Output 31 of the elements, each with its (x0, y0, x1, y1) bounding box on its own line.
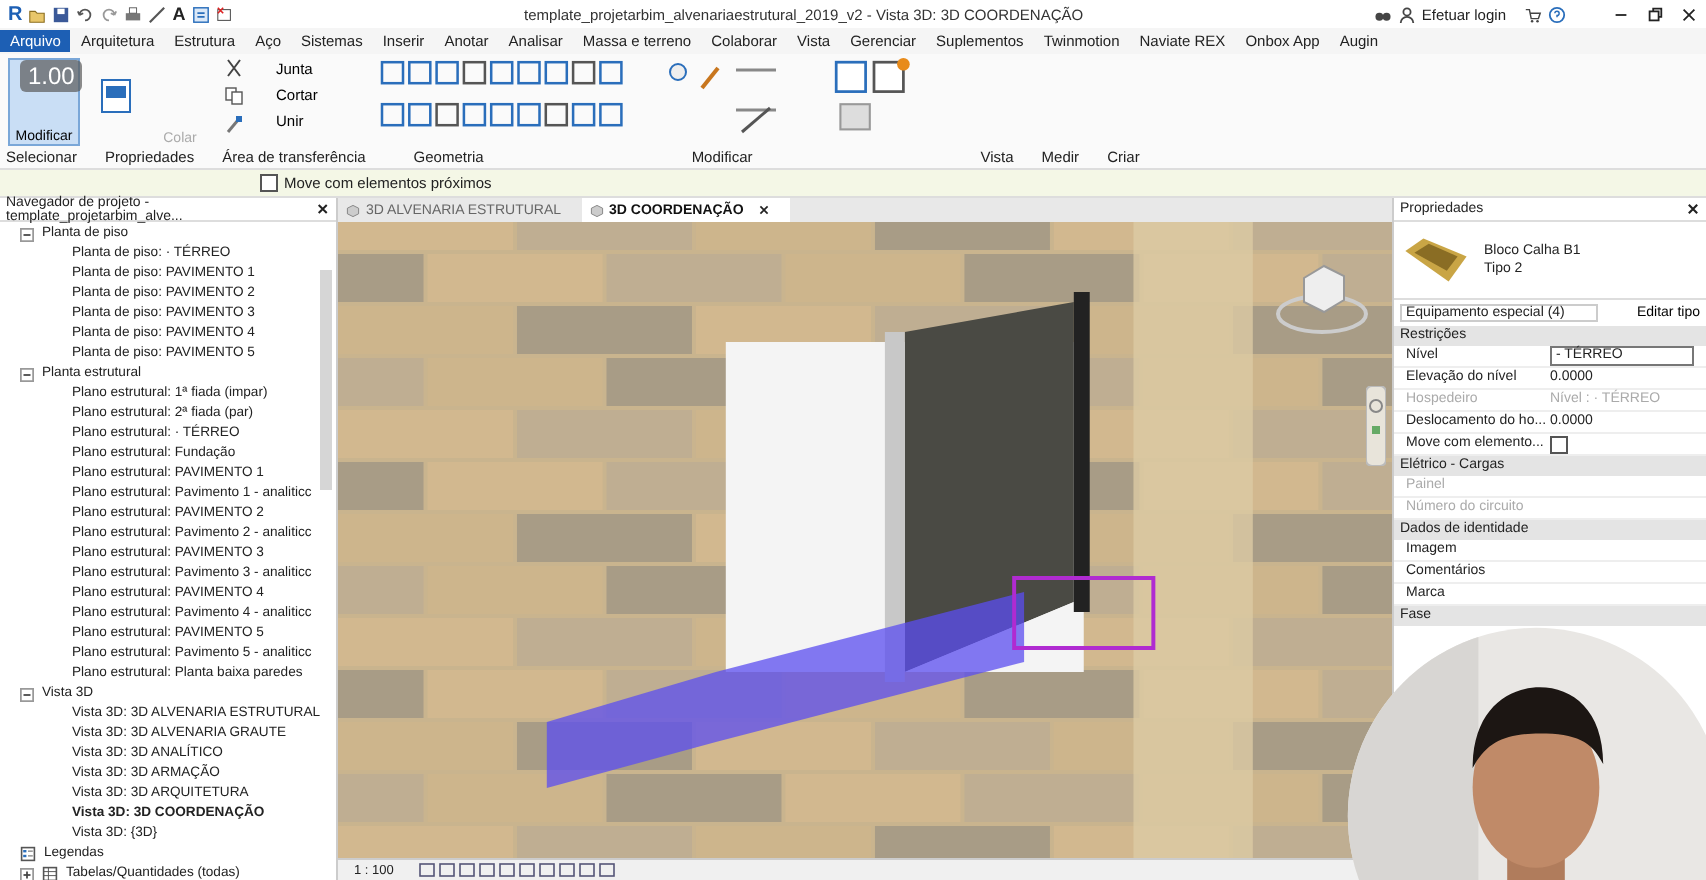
text-tool[interactable]: A (172, 4, 186, 24)
copy-icon[interactable] (224, 86, 244, 106)
close-icon[interactable] (1680, 5, 1698, 23)
close-icon[interactable] (757, 204, 770, 216)
user-icon (1397, 5, 1416, 23)
checkbox[interactable] (260, 174, 278, 192)
navigation-bar-icon[interactable] (1366, 386, 1386, 466)
thin-lines-icon[interactable] (191, 5, 210, 23)
legend-icon (20, 846, 36, 862)
measure-icon[interactable] (148, 5, 167, 23)
close-windows-icon[interactable] (215, 5, 234, 23)
folder-icon[interactable] (28, 5, 47, 23)
undo-icon[interactable] (76, 5, 95, 23)
cube-icon (589, 203, 604, 217)
scissors-icon[interactable] (224, 58, 244, 78)
help-icon[interactable] (1548, 5, 1566, 23)
expand-toggle[interactable] (20, 867, 34, 880)
expand-toggle[interactable] (20, 227, 34, 241)
cart-icon[interactable] (1524, 5, 1542, 23)
checkbox[interactable] (1550, 435, 1568, 453)
app-logo[interactable]: R (8, 3, 23, 25)
playback-speed-badge: 1.00 (20, 60, 83, 92)
brush-icon[interactable] (224, 114, 244, 134)
save-icon[interactable] (52, 5, 71, 23)
expand-toggle[interactable] (20, 687, 34, 701)
expand-toggle[interactable] (20, 367, 34, 381)
restore-icon[interactable] (1646, 5, 1664, 23)
print-icon[interactable] (124, 5, 143, 23)
cube-icon (346, 203, 360, 217)
close-icon[interactable] (316, 202, 330, 216)
close-icon[interactable] (1686, 202, 1700, 216)
